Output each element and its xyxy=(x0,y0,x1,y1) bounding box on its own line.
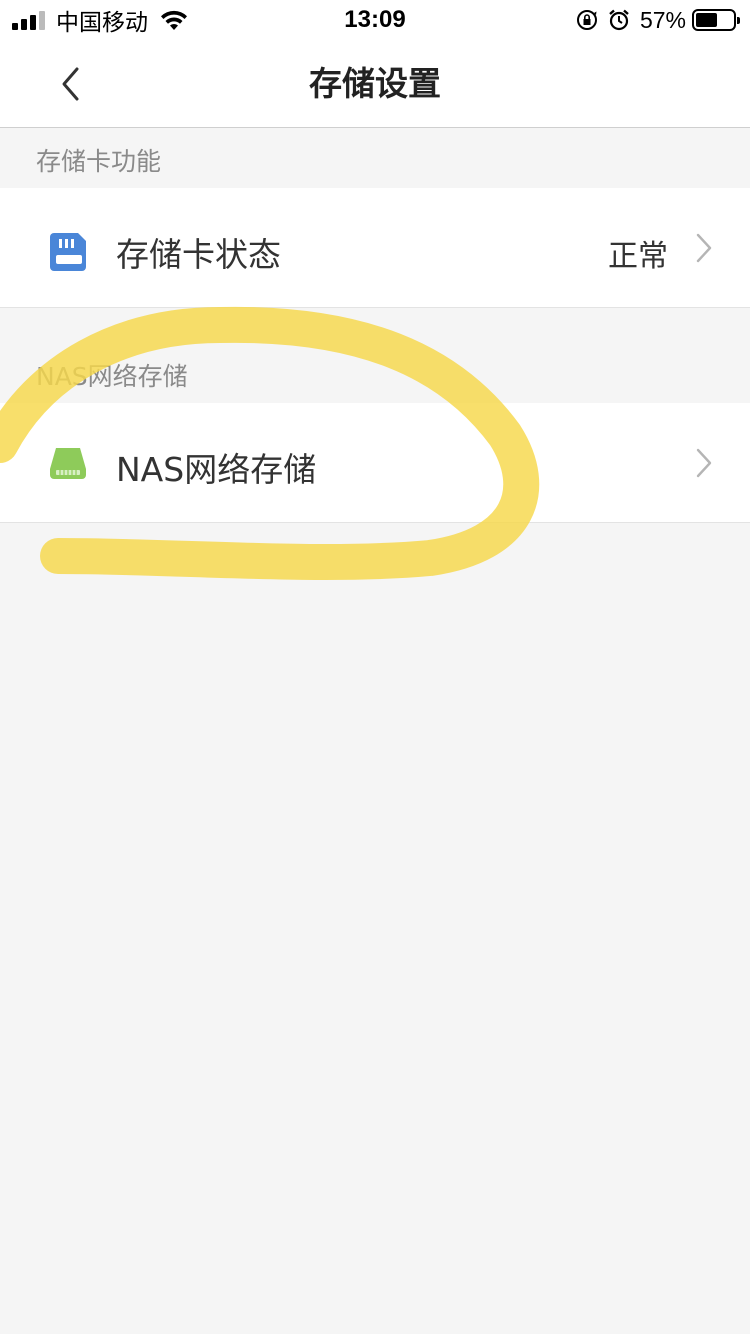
nas-drive-icon xyxy=(50,448,86,479)
battery-fill xyxy=(696,13,717,27)
status-bar: 中国移动 13:09 57% xyxy=(0,0,750,40)
row-label-sd-card-status: 存储卡状态 xyxy=(116,235,281,274)
row-sd-card-status[interactable]: 存储卡状态 正常 xyxy=(0,188,750,308)
row-nas-storage[interactable]: NAS网络存储 xyxy=(0,403,750,523)
chevron-right-icon xyxy=(696,233,712,263)
page-title: 存储设置 xyxy=(309,64,441,103)
chevron-right-icon xyxy=(696,448,712,478)
status-right: 57% xyxy=(576,6,740,34)
alarm-icon xyxy=(609,9,629,31)
rotation-lock-icon xyxy=(576,10,597,30)
section-header-nas: NAS网络存储 xyxy=(36,362,188,391)
row-label-nas-storage: NAS网络存储 xyxy=(116,450,317,489)
back-button[interactable] xyxy=(44,58,96,110)
nav-bar: 存储设置 xyxy=(0,40,750,128)
chevron-left-icon xyxy=(62,67,79,101)
row-value-sd-card-status: 正常 xyxy=(608,239,668,274)
battery-percent: 57% xyxy=(639,6,686,33)
section-header-sd-card: 存储卡功能 xyxy=(36,147,162,176)
battery-icon xyxy=(692,9,740,31)
sd-card-icon xyxy=(50,233,86,271)
